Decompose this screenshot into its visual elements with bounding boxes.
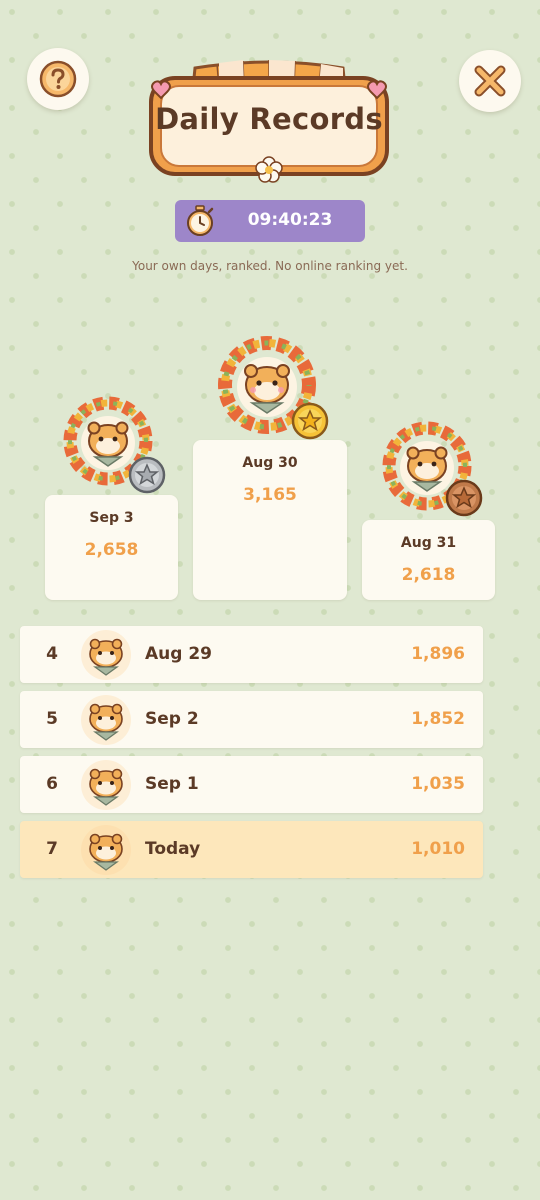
list-item-rank-6: 6 Sep 1 1,035: [20, 756, 483, 813]
hamster-avatar-icon: [81, 695, 131, 745]
hamster-avatar-icon: [81, 825, 131, 875]
help-button[interactable]: [27, 48, 89, 110]
rank-number: 6: [46, 774, 58, 794]
hamster-avatar-icon: [81, 760, 131, 810]
row-date: Today: [145, 839, 201, 859]
podium-first: Aug 30 3,165: [193, 440, 347, 600]
hamster-wreath-avatar: [63, 396, 166, 494]
subtitle-text: Your own days, ranked. No online ranking…: [132, 259, 408, 273]
podium-third: Aug 31 2,618: [362, 520, 495, 600]
list-item-rank-7-today: 7 Today 1,010: [20, 821, 483, 878]
podium-score: 3,165: [243, 485, 297, 505]
rank-number: 5: [46, 709, 58, 729]
podium-date: Sep 3: [89, 510, 134, 526]
hamster-icon: [237, 357, 297, 417]
podium-second: Sep 3 2,658: [45, 495, 178, 600]
countdown-timer: 09:40:23: [175, 200, 365, 242]
list-item-rank-5: 5 Sep 2 1,852: [20, 691, 483, 748]
hamster-wreath-avatar: [218, 336, 329, 440]
close-button[interactable]: [459, 50, 521, 112]
silver-star-medal-icon: [128, 456, 166, 494]
podium-date: Aug 31: [400, 535, 457, 551]
podium-score: 2,618: [401, 565, 456, 585]
row-date: Sep 2: [145, 709, 199, 729]
hamster-icon: [400, 441, 454, 495]
row-date: Aug 29: [145, 644, 213, 664]
close-x-icon: [474, 65, 506, 97]
row-score: 1,035: [411, 774, 465, 794]
list-item-rank-4: 4 Aug 29 1,896: [20, 626, 483, 683]
podium-date: Aug 30: [242, 455, 298, 471]
stopwatch-icon: [187, 205, 214, 236]
rank-number: 4: [46, 644, 58, 664]
timer-value: 09:40:23: [247, 210, 333, 230]
gold-star-medal-icon: [291, 402, 329, 440]
bronze-star-medal-icon: [445, 479, 483, 517]
row-date: Sep 1: [145, 774, 199, 794]
hamster-wreath-avatar: [382, 421, 483, 517]
row-score: 1,896: [411, 644, 465, 664]
hamster-avatar-icon: [81, 630, 131, 680]
page-title: Daily Records: [155, 102, 383, 136]
hamster-icon: [81, 416, 135, 470]
podium-score: 2,658: [84, 540, 139, 560]
rank-number: 7: [46, 839, 58, 859]
row-score: 1,852: [411, 709, 465, 729]
question-mark-icon: [39, 60, 77, 98]
row-score: 1,010: [411, 839, 465, 859]
